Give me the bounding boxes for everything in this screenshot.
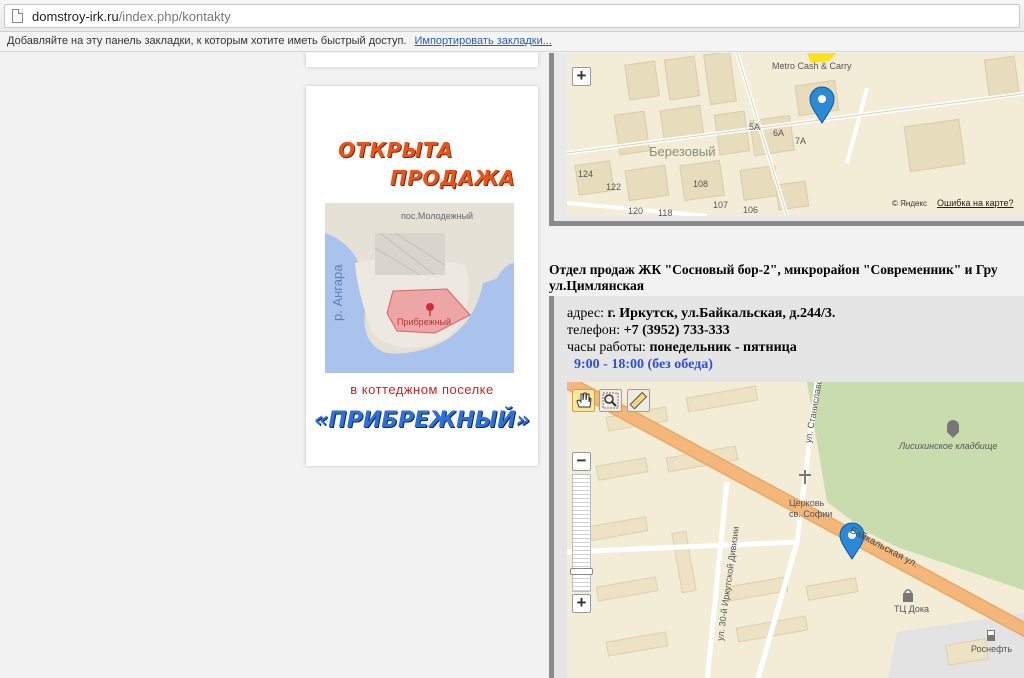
contacts-column: Metro Cash & Carry Березовый 5А 6А 7А 12…	[549, 53, 1024, 678]
map-2-graphic	[567, 382, 1024, 678]
map-1-district-label: Березовый	[649, 144, 716, 159]
sales-office-title: Отдел продаж ЖК "Сосновый бор-2", микрор…	[549, 262, 1024, 294]
map-1-house-107: 107	[713, 200, 729, 210]
drag-tool-button[interactable]	[572, 389, 595, 412]
map-1-copyright: © Яндекс	[892, 199, 928, 208]
map-1-error-link[interactable]: Ошибка на карте?	[937, 198, 1014, 208]
promo-map-village-label: пос.Молодежный	[401, 211, 474, 221]
magnifier-tool-button[interactable]	[599, 389, 622, 412]
map-1-house-7a: 7А	[795, 136, 807, 146]
map-2-cemetery-label: Лисихинское кладбище	[899, 441, 998, 451]
address-row: адрес: г. Иркутск, ул.Байкальская, д.244…	[567, 305, 835, 322]
ruler-icon	[629, 391, 648, 410]
promo-map: пос.Молодежный р. Ангара Прибрежный	[325, 203, 514, 373]
hours-time: 9:00 - 18:00 (без обеда)	[574, 357, 713, 372]
bookmarks-bar: Добавляйте на эту панель закладки, к кот…	[0, 32, 1024, 52]
hand-icon	[576, 392, 592, 408]
map-1-house-122: 122	[606, 182, 622, 192]
map-1-house-124: 124	[578, 169, 594, 179]
ruler-tool-button[interactable]	[627, 389, 650, 412]
map-1-house-118: 118	[658, 208, 673, 216]
phone-label: телефон:	[567, 323, 621, 338]
hours-days: понедельник - пятница	[649, 340, 797, 355]
map-2-fuel-label: Роснефть	[971, 644, 1013, 654]
fuel-icon	[987, 630, 995, 641]
promo-map-site-label: Прибрежный	[397, 317, 452, 327]
sales-office-title-line2: ул.Цимлянская	[549, 278, 645, 293]
sidebar-card-top	[306, 53, 538, 67]
map-1-house-108: 108	[693, 179, 709, 189]
map-2-zoom-slider[interactable]	[570, 474, 593, 592]
page-icon	[12, 9, 23, 23]
map-frame-1: Metro Cash & Carry Березовый 5А 6А 7А 12…	[549, 53, 1024, 226]
phone-value: +7 (3952) 733-333	[623, 323, 730, 338]
sales-office-title-line1: Отдел продаж ЖК "Сосновый бор-2", микрор…	[549, 262, 998, 277]
map-2-zoom-thumb[interactable]	[570, 568, 593, 575]
map-2-zoom-out-button[interactable]: −	[572, 452, 591, 471]
map-canvas-2[interactable]: ул. Станиславско Лисихинское кладбище Це…	[567, 382, 1024, 678]
map-1-house-120: 120	[628, 206, 644, 216]
import-bookmarks-link[interactable]: Импортировать закладки...	[414, 35, 551, 47]
map-2-mall-label: ТЦ Дока	[894, 604, 929, 614]
map-2-church-label-1: Церковь	[789, 498, 825, 508]
url-domain: domstroy-irk.ru	[32, 9, 119, 24]
map-1-house-5a: 5А	[749, 122, 761, 132]
map-2-church-label-2: св. Софии	[789, 509, 833, 519]
promo-subtitle: в коттеджном поселке	[350, 382, 494, 397]
address-bar: domstroy-irk.ru/index.php/kontakty	[0, 0, 1024, 32]
contact-info: адрес: г. Иркутск, ул.Байкальская, д.244…	[567, 305, 835, 373]
promo-banner[interactable]: ОТКРЫТА ПРОДАЖА пос.Молодежный р. Ангара…	[306, 86, 538, 466]
url-text[interactable]: domstroy-irk.ru/index.php/kontakty	[32, 9, 231, 24]
promo-map-river-label: р. Ангара	[330, 264, 345, 321]
phone-row: телефон: +7 (3952) 733-333	[567, 322, 835, 339]
url-field[interactable]: domstroy-irk.ru/index.php/kontakty	[4, 4, 1020, 28]
page-content: ОТКРЫТА ПРОДАЖА пос.Молодежный р. Ангара…	[0, 53, 1024, 678]
map-1-house-6a: 6А	[773, 128, 785, 138]
bookmarks-prompt: Добавляйте на эту панель закладки, к кот…	[7, 35, 407, 47]
promo-headline-1: ОТКРЫТА	[338, 138, 453, 162]
hours-row: часы работы: понедельник - пятница	[567, 339, 835, 356]
address-label: адрес:	[567, 306, 605, 321]
promo-headline-2: ПРОДАЖА	[390, 166, 516, 190]
map-1-zoom-in-button[interactable]: +	[572, 67, 591, 86]
hours-label: часы работы:	[567, 340, 646, 355]
map-1-store-label: Metro Cash & Carry	[772, 61, 852, 71]
map-1-graphic	[567, 53, 1024, 216]
map-1-house-106: 106	[743, 205, 759, 215]
url-path: /index.php/kontakty	[118, 9, 231, 24]
promo-map-graphic	[325, 203, 514, 373]
address-value: г. Иркутск, ул.Байкальская, д.244/3.	[607, 306, 836, 321]
map-2-zoom-in-button[interactable]: +	[572, 594, 591, 613]
promo-name: «ПРИБРЕЖНЫЙ»	[313, 408, 530, 433]
map-canvas-1[interactable]: Metro Cash & Carry Березовый 5А 6А 7А 12…	[567, 53, 1024, 216]
magnifier-icon	[602, 392, 619, 409]
